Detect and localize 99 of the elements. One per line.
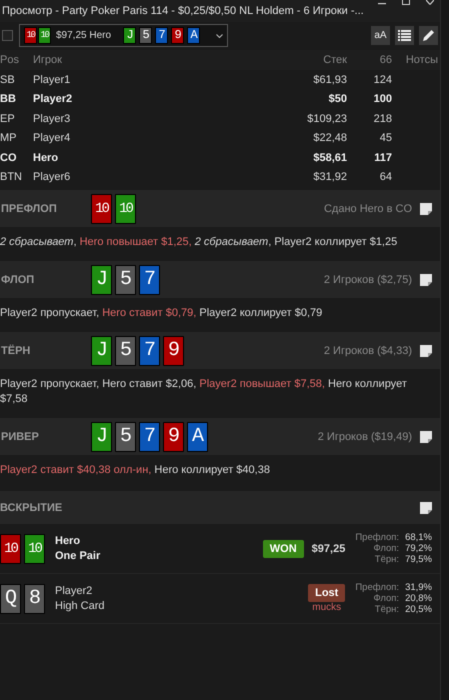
- equity-label: Тёрн:: [374, 604, 400, 615]
- table-cell-text: $50: [328, 92, 348, 108]
- hand-dropdown[interactable]: 10 10 $97,25 Hero J 5 7 9 A: [19, 24, 228, 46]
- note-icon[interactable]: [420, 502, 432, 514]
- equity-value: 79,2%: [405, 543, 432, 554]
- playing-card: J: [91, 264, 112, 294]
- table-cell-text: MP: [0, 131, 18, 146]
- table-cell-text: 64: [378, 170, 393, 186]
- table-cell-text: 100: [372, 92, 393, 108]
- playing-card: J: [91, 336, 112, 366]
- table-cell-text: Player4: [33, 131, 72, 146]
- action-line: Player2 пропускает, Hero ставит $2,06, Player2 повышает $7,58, Hero коллирует $7,58: [0, 377, 408, 407]
- equity-label: Тёрн:: [374, 554, 400, 565]
- table-cell-text: 45: [378, 131, 393, 146]
- window-title: Просмотр - Party Poker Paris 114 - $0,25/$0,50 NL Holdem - 6 Игроки -...: [2, 5, 365, 17]
- equity-label: Флоп:: [372, 593, 400, 604]
- table-cell-text: Player2: [33, 92, 74, 108]
- playing-card: 8: [24, 584, 45, 614]
- result-badge: Lost: [308, 584, 346, 602]
- playing-card: 5: [115, 422, 136, 452]
- playing-card: 9: [163, 422, 184, 452]
- equity-value: 79,5%: [405, 554, 432, 565]
- table-cell-text: CO: [0, 150, 18, 166]
- section-title: ВСКРЫТИЕ: [0, 502, 62, 514]
- playing-card: 10: [38, 26, 51, 44]
- playing-card: 7: [139, 264, 160, 294]
- table-cell-text: BB: [0, 92, 17, 108]
- muck-label: mucks: [312, 602, 342, 613]
- list-icon: [398, 30, 411, 40]
- street-info: 2 Игроков ($19,49): [318, 430, 412, 442]
- playing-card: Q: [0, 584, 21, 614]
- table-cell-text: Player6: [33, 170, 72, 186]
- playing-card: 7: [139, 422, 160, 452]
- playing-card: A: [187, 422, 208, 452]
- list-button[interactable]: [395, 26, 414, 44]
- edit-button[interactable]: [419, 26, 438, 44]
- table-cell-text: $22,48: [312, 131, 348, 146]
- table-cell-text: Player1: [33, 72, 72, 88]
- player-name: Player2: [55, 584, 94, 598]
- hand-rank: One Pair: [55, 548, 100, 564]
- playing-card: 10: [24, 534, 45, 564]
- equity-value: 68,1%: [405, 532, 432, 543]
- table-cell-text: 218: [372, 112, 393, 127]
- playing-card: 10: [0, 534, 21, 564]
- minimize-icon[interactable]: [378, 0, 386, 5]
- playing-card: A: [187, 26, 200, 44]
- note-icon[interactable]: [420, 202, 432, 214]
- hand-rank: High Card: [55, 598, 105, 614]
- playing-card: 9: [163, 336, 184, 366]
- table-cell-text: $31,92: [312, 170, 348, 186]
- table-cell-text: 117: [373, 150, 393, 166]
- table-cell-text: Player3: [33, 112, 72, 127]
- playing-card: 7: [155, 26, 168, 44]
- playing-card: 10: [115, 194, 136, 224]
- equity-value: 31,9%: [405, 582, 432, 593]
- equity-value: 20,5%: [405, 604, 432, 615]
- note-icon[interactable]: [420, 274, 432, 286]
- street-name: ТЁРН: [0, 344, 32, 356]
- equity-label: Префлоп:: [355, 582, 400, 593]
- street-name: ФЛОП: [0, 274, 36, 286]
- font-size-button[interactable]: aA: [371, 26, 390, 44]
- action-line: Player2 пропускает, Hero ставит $0,79, Player2 коллирует $0,79: [0, 306, 324, 321]
- caret-icon: [216, 34, 223, 38]
- note-icon[interactable]: [420, 344, 432, 356]
- action-line: Player2 ставит $40,38 олл-ин, Hero коллирует $40,38: [0, 463, 271, 478]
- pencil-icon: [422, 28, 435, 42]
- hand-label: $97,25 Hero: [56, 30, 112, 40]
- playing-card: J: [91, 422, 112, 452]
- playing-card: 5: [115, 264, 136, 294]
- table-cell-text: BTN: [0, 170, 23, 186]
- equity-value: 20,8%: [405, 593, 432, 604]
- table-cell-text: $109,23: [306, 112, 348, 127]
- street-info: Сдано Hero в CO: [324, 202, 412, 214]
- playing-card: 9: [171, 26, 184, 44]
- street-info: 2 Игроков ($4,33): [324, 344, 412, 356]
- playing-card: J: [123, 26, 136, 44]
- table-cell-text: Hero: [33, 150, 60, 166]
- equity-label: Префлоп:: [355, 532, 400, 543]
- equity-label: Флоп:: [372, 543, 400, 554]
- table-cell-text: EP: [0, 112, 16, 127]
- result-badge: WON: [262, 540, 304, 558]
- checkbox[interactable]: [2, 30, 13, 40]
- street-name: РИВЕР: [0, 430, 40, 442]
- playing-card: 7: [139, 336, 160, 366]
- table-cell-text: $61,93: [312, 72, 348, 88]
- street-info: 2 Игроков ($2,75): [324, 274, 412, 286]
- note-icon[interactable]: [420, 430, 432, 442]
- playing-card: 5: [139, 26, 152, 44]
- action-line: 2 сбрасывает, Hero повышает $1,25, 2 сбрасывает, Player2 коллирует $1,25: [0, 235, 398, 250]
- street-name: ПРЕФЛОП: [0, 202, 58, 214]
- player-name: Hero: [55, 534, 82, 548]
- playing-card: 10: [91, 194, 112, 224]
- playing-card: 5: [115, 336, 136, 366]
- won-amount: $97,25: [312, 542, 346, 554]
- table-cell-text: 124: [372, 72, 393, 88]
- playing-card: 10: [24, 26, 37, 44]
- maximize-icon[interactable]: [402, 0, 410, 5]
- table-cell-text: $58,61: [312, 150, 348, 166]
- table-cell-text: SB: [0, 72, 16, 88]
